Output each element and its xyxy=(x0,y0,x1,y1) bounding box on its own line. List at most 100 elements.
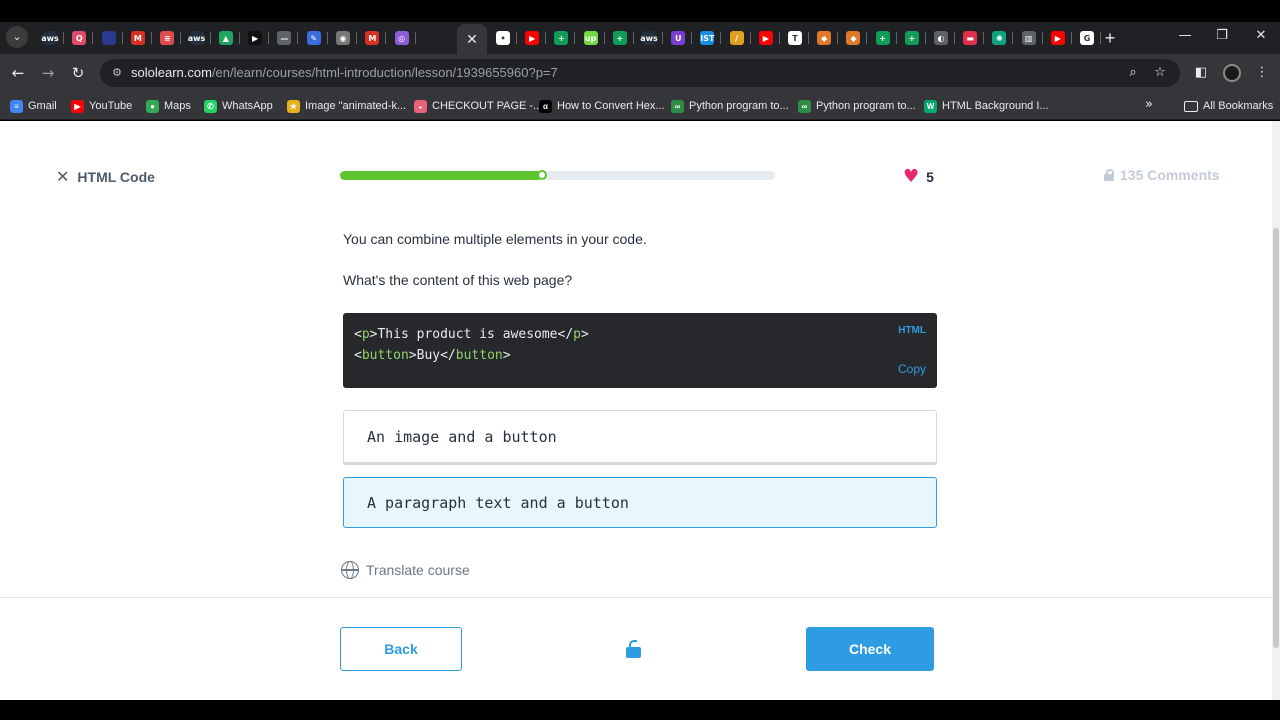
back-button[interactable]: Back xyxy=(340,627,462,671)
hearts-counter[interactable]: ♥ 5 xyxy=(903,166,934,187)
browser-tab[interactable]: ◆ xyxy=(810,26,839,50)
browser-tab[interactable]: ◎ xyxy=(388,26,416,50)
bookmark-item[interactable]: ∞ Python program to... xyxy=(798,97,916,115)
answer-option-2-selected[interactable]: A paragraph text and a button xyxy=(343,477,937,528)
forward-arrow-icon[interactable]: → xyxy=(38,63,58,83)
whatsapp-icon: ✆ xyxy=(204,99,217,113)
close-lesson-button[interactable]: ✕ HTML Code xyxy=(56,167,155,186)
page-scrollbar[interactable] xyxy=(1272,121,1280,700)
lesson-progress-bar xyxy=(340,170,775,180)
profile-avatar[interactable] xyxy=(1223,64,1241,82)
code-text: Buy xyxy=(416,348,441,363)
copy-code-button[interactable]: Copy xyxy=(898,362,926,376)
pen-icon: ✎ xyxy=(306,31,321,45)
browser-tab[interactable]: ◐ xyxy=(927,26,955,50)
code-tag: button xyxy=(361,348,409,363)
browser-tab[interactable]: ▶ xyxy=(241,26,270,50)
all-bookmarks-folder[interactable]: All Bookmarks xyxy=(1184,97,1273,115)
tab-separator xyxy=(92,32,94,44)
browser-tab[interactable] xyxy=(95,26,123,50)
browser-tab[interactable]: IST xyxy=(693,26,722,50)
browser-tab[interactable]: ✎ xyxy=(300,26,328,50)
browser-tab[interactable]: ◆ xyxy=(839,26,868,50)
browser-tab[interactable]: + xyxy=(606,26,634,50)
progress-fill xyxy=(340,171,543,180)
doc-icon: T xyxy=(788,31,802,45)
browser-tab[interactable]: ▶ xyxy=(1044,26,1072,50)
more-bookmarks-chevron-icon[interactable]: » xyxy=(1145,97,1153,112)
browser-tab[interactable]: ▬ xyxy=(956,26,985,50)
site-settings-icon[interactable]: ⚙ xyxy=(110,66,124,80)
bookmark-item[interactable]: ▶ YouTube xyxy=(71,97,132,115)
browser-tab[interactable]: ◉ xyxy=(329,26,357,50)
tab-separator xyxy=(516,32,517,44)
browser-tab[interactable]: ≡ xyxy=(153,26,182,50)
browser-tab[interactable]: up xyxy=(577,26,605,50)
question-text: What's the content of this web page? xyxy=(343,272,573,288)
gmail-icon: M xyxy=(365,31,380,45)
pin-icon: ◆ xyxy=(846,31,861,45)
browser-tab[interactable]: U xyxy=(664,26,693,50)
zoom-icon[interactable]: ⌕ xyxy=(1124,64,1142,82)
browser-tab[interactable]: ▲ xyxy=(212,26,240,50)
browser-tab[interactable]: T xyxy=(781,26,809,50)
bookmark-item[interactable]: ● Maps xyxy=(146,97,191,115)
url-text[interactable]: sololearn.com/en/learn/courses/html-intr… xyxy=(131,65,558,80)
bookmark-item[interactable]: ∞ Python program to... xyxy=(671,97,789,115)
browser-tab[interactable]: ▥ xyxy=(1015,26,1043,50)
browser-tab[interactable]: aws xyxy=(183,26,211,50)
browser-tab[interactable]: + xyxy=(547,26,576,50)
bookmark-item[interactable]: ★ Image "animated-k... xyxy=(287,97,406,115)
new-tab-plus-icon[interactable]: + xyxy=(1100,28,1120,48)
menu-dots-icon[interactable]: ⋮ xyxy=(1252,63,1272,83)
bookmark-star-icon[interactable]: ☆ xyxy=(1151,64,1169,82)
sheets-icon: + xyxy=(904,31,919,45)
code-tag: button xyxy=(455,348,503,363)
scrollbar-thumb[interactable] xyxy=(1273,228,1279,648)
check-button[interactable]: Check xyxy=(806,627,934,671)
back-arrow-icon[interactable]: ← xyxy=(8,63,28,83)
answer-option-1[interactable]: An image and a button xyxy=(343,410,937,463)
browser-tab[interactable]: G xyxy=(1073,26,1101,50)
tab-search-chevron-icon[interactable]: ⌄ xyxy=(6,26,28,48)
tab-separator xyxy=(632,32,634,44)
code-text: This product is awesome xyxy=(377,327,558,342)
browser-tab[interactable]: — xyxy=(270,26,299,50)
browser-tab[interactable]: M xyxy=(358,26,387,50)
minimize-icon[interactable]: — xyxy=(1175,28,1195,43)
browser-tab[interactable]: • xyxy=(489,26,517,50)
aws-icon: aws xyxy=(188,31,205,45)
browser-tab[interactable]: aws xyxy=(36,26,64,50)
browser-tab[interactable]: + xyxy=(898,26,926,50)
browser-tab[interactable]: ✺ xyxy=(985,26,1014,50)
side-panel-icon[interactable]: ◧ xyxy=(1191,63,1211,83)
browser-tab[interactable]: Q xyxy=(65,26,94,50)
unlock-icon[interactable] xyxy=(626,640,642,658)
browser-tab[interactable]: + xyxy=(869,26,897,50)
maps-icon: ● xyxy=(146,99,159,113)
tab-separator xyxy=(1041,32,1043,44)
bookmark-item[interactable]: ◒ CHECKOUT PAGE -... xyxy=(414,97,542,115)
restore-icon[interactable]: ❐ xyxy=(1212,28,1232,43)
browser-tab[interactable]: ▶ xyxy=(752,26,780,50)
browser-tab[interactable]: / xyxy=(723,26,751,50)
slides-icon: ▬ xyxy=(963,31,978,45)
tab-separator xyxy=(603,32,605,44)
comments-button[interactable]: 135 Comments xyxy=(1104,167,1220,183)
tab-active-sololearn[interactable]: ✕ xyxy=(457,24,487,54)
browser-tab[interactable]: ▶ xyxy=(518,26,547,50)
bookmark-item[interactable]: W HTML Background I... xyxy=(924,97,1049,115)
bookmark-item[interactable]: α How to Convert Hex... xyxy=(539,97,665,115)
window-close-icon[interactable]: ✕ xyxy=(1251,28,1271,43)
q-icon: Q xyxy=(72,31,87,45)
reload-icon[interactable]: ↻ xyxy=(68,63,88,83)
address-bar[interactable]: ⚙ sololearn.com/en/learn/courses/html-in… xyxy=(100,59,1180,87)
close-tab-icon[interactable]: ✕ xyxy=(466,31,478,48)
code-tag: p xyxy=(361,327,370,342)
bookmark-item[interactable]: ≡ Gmail xyxy=(10,97,57,115)
bookmark-item[interactable]: ✆ WhatsApp xyxy=(204,97,273,115)
translate-course-link[interactable]: Translate course xyxy=(341,561,470,579)
browser-tab[interactable]: aws xyxy=(635,26,663,50)
youtube-icon: ▶ xyxy=(1050,31,1065,45)
browser-tab[interactable]: M xyxy=(124,26,152,50)
